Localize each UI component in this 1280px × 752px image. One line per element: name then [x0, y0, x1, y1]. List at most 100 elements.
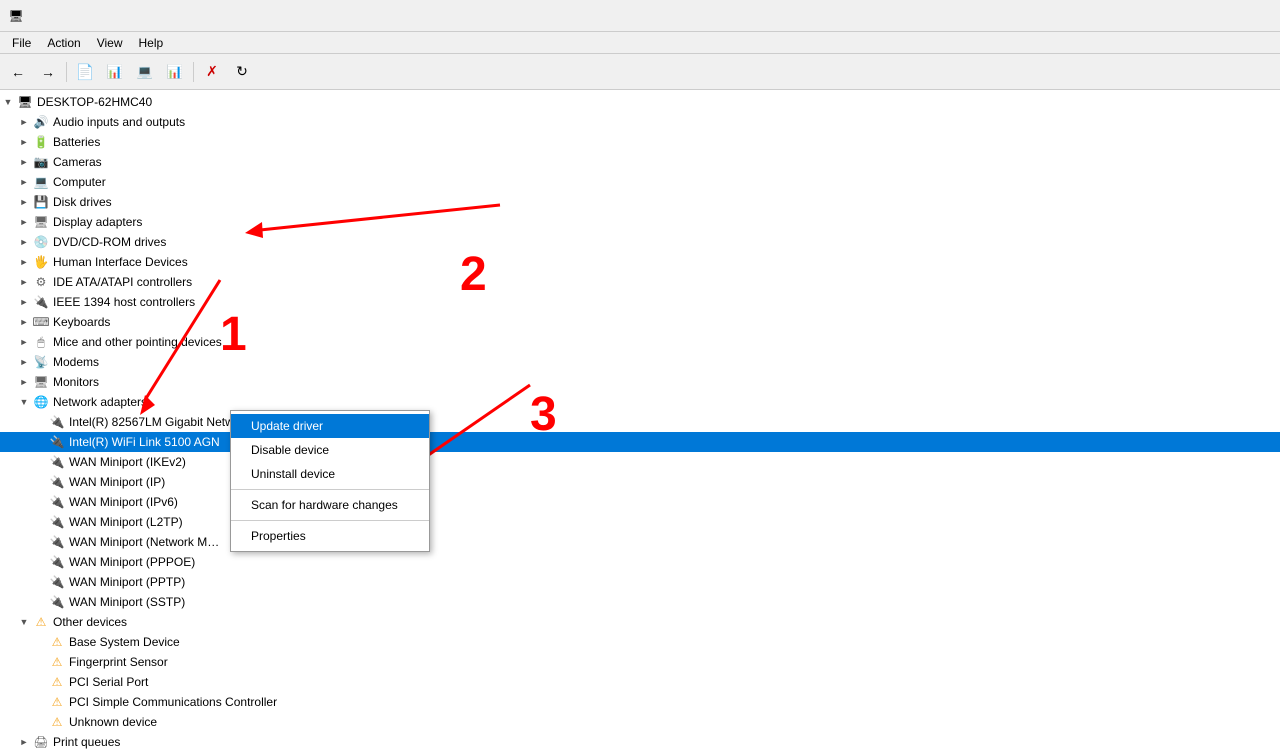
label-diskdrives: Disk drives — [53, 195, 112, 209]
expander-wan_sstp — [32, 592, 48, 612]
tree-item-batteries[interactable]: ► 🔋 Batteries — [0, 132, 1280, 152]
tree-item-wan_pptp[interactable]: 🔌 WAN Miniport (PPTP) — [0, 572, 1280, 592]
expander-audio[interactable]: ► — [16, 112, 32, 132]
expander-keyboards[interactable]: ► — [16, 312, 32, 332]
tree-item-wan_sstp[interactable]: 🔌 WAN Miniport (SSTP) — [0, 592, 1280, 612]
tree-item-modems[interactable]: ► 📡 Modems — [0, 352, 1280, 372]
menu-view[interactable]: View — [89, 34, 131, 52]
expander-hid[interactable]: ► — [16, 252, 32, 272]
toolbar-forward[interactable]: → — [34, 58, 62, 86]
label-displayadapters: Display adapters — [53, 215, 142, 229]
menu-bar: File Action View Help — [0, 32, 1280, 54]
expander-diskdrives[interactable]: ► — [16, 192, 32, 212]
expander-ieee[interactable]: ► — [16, 292, 32, 312]
expander-modems[interactable]: ► — [16, 352, 32, 372]
tree-item-pcisimple[interactable]: ⚠ PCI Simple Communications Controller — [0, 692, 1280, 712]
toolbar-separator-2 — [193, 62, 194, 82]
icon-unknown: ⚠ — [48, 713, 66, 731]
expander-intel82567 — [32, 412, 48, 432]
ctx-item-properties[interactable]: Properties — [231, 524, 429, 548]
tree-item-diskdrives[interactable]: ► 💾 Disk drives — [0, 192, 1280, 212]
tree-item-cameras[interactable]: ► 📷 Cameras — [0, 152, 1280, 172]
label-wan_pppoe: WAN Miniport (PPPOE) — [69, 555, 195, 569]
tree-item-fingerprint[interactable]: ⚠ Fingerprint Sensor — [0, 652, 1280, 672]
label-unknown: Unknown device — [69, 715, 157, 729]
tree-item-dvd[interactable]: ► 💿 DVD/CD-ROM drives — [0, 232, 1280, 252]
minimize-button[interactable] — [1134, 0, 1180, 32]
tree-item-displayadapters[interactable]: ► 🖥 Display adapters — [0, 212, 1280, 232]
toolbar-scan[interactable]: 📊 — [161, 58, 189, 86]
tree-item-hid[interactable]: ► 🖐 Human Interface Devices — [0, 252, 1280, 272]
tree-item-keyboards[interactable]: ► ⌨ Keyboards — [0, 312, 1280, 332]
expander-printqueues[interactable]: ► — [16, 732, 32, 752]
expander-batteries[interactable]: ► — [16, 132, 32, 152]
expander-monitors[interactable]: ► — [16, 372, 32, 392]
tree-item-pciserial[interactable]: ⚠ PCI Serial Port — [0, 672, 1280, 692]
tree-item-ieee[interactable]: ► 🔌 IEEE 1394 host controllers — [0, 292, 1280, 312]
expander-intelwifi — [32, 432, 48, 452]
ctx-item-update-driver[interactable]: Update driver — [231, 414, 429, 438]
label-monitors: Monitors — [53, 375, 99, 389]
tree-item-wan_l2tp[interactable]: 🔌 WAN Miniport (L2TP) — [0, 512, 1280, 532]
tree-root[interactable]: ▼ 🖥 DESKTOP-62HMC40 — [0, 92, 1280, 112]
menu-file[interactable]: File — [4, 34, 39, 52]
expander-computer[interactable]: ► — [16, 172, 32, 192]
close-button[interactable] — [1226, 0, 1272, 32]
toolbar-display[interactable]: 💻 — [131, 58, 159, 86]
toolbar-update-driver[interactable]: 📊 — [101, 58, 129, 86]
tree-item-intel82567[interactable]: 🔌 Intel(R) 82567LM Gigabit Network Conne… — [0, 412, 1280, 432]
label-wan_network: WAN Miniport (Network M… — [69, 535, 219, 549]
tree-item-intelwifi[interactable]: 🔌 Intel(R) WiFi Link 5100 AGN — [0, 432, 1280, 452]
toolbar-back[interactable]: ← — [4, 58, 32, 86]
tree-item-basesystem[interactable]: ⚠ Base System Device — [0, 632, 1280, 652]
ctx-item-scan-hardware[interactable]: Scan for hardware changes — [231, 493, 429, 517]
ctx-sep-sep2 — [231, 520, 429, 521]
expander-displayadapters[interactable]: ► — [16, 212, 32, 232]
tree-item-otherdevices[interactable]: ▼ ⚠ Other devices — [0, 612, 1280, 632]
tree-item-network[interactable]: ▼ 🌐 Network adapters — [0, 392, 1280, 412]
expander-otherdevices[interactable]: ▼ — [16, 612, 32, 632]
icon-wan_ipv6: 🔌 — [48, 493, 66, 511]
tree-item-wan_ikev2[interactable]: 🔌 WAN Miniport (IKEv2) — [0, 452, 1280, 472]
icon-diskdrives: 💾 — [32, 193, 50, 211]
label-wan_pptp: WAN Miniport (PPTP) — [69, 575, 185, 589]
tree-item-unknown[interactable]: ⚠ Unknown device — [0, 712, 1280, 732]
expander-dvd[interactable]: ► — [16, 232, 32, 252]
tree-item-wan_pppoe[interactable]: 🔌 WAN Miniport (PPPOE) — [0, 552, 1280, 572]
toolbar-refresh[interactable]: ↻ — [228, 58, 256, 86]
expander-wan_ipv6 — [32, 492, 48, 512]
label-intelwifi: Intel(R) WiFi Link 5100 AGN — [69, 435, 220, 449]
label-dvd: DVD/CD-ROM drives — [53, 235, 166, 249]
ctx-item-disable-device[interactable]: Disable device — [231, 438, 429, 462]
toolbar-uninstall[interactable]: ✗ — [198, 58, 226, 86]
tree-item-wan_ip[interactable]: 🔌 WAN Miniport (IP) — [0, 472, 1280, 492]
menu-action[interactable]: Action — [39, 34, 88, 52]
ctx-item-uninstall-device[interactable]: Uninstall device — [231, 462, 429, 486]
tree-item-mice[interactable]: ► 🖱 Mice and other pointing devices — [0, 332, 1280, 352]
expander-mice[interactable]: ► — [16, 332, 32, 352]
label-pcisimple: PCI Simple Communications Controller — [69, 695, 277, 709]
tree-item-wan_ipv6[interactable]: 🔌 WAN Miniport (IPv6) — [0, 492, 1280, 512]
device-tree[interactable]: ▼ 🖥 DESKTOP-62HMC40 ► 🔊 Audio inputs and… — [0, 90, 1280, 752]
label-keyboards: Keyboards — [53, 315, 110, 329]
icon-keyboards: ⌨ — [32, 313, 50, 331]
label-ieee: IEEE 1394 host controllers — [53, 295, 195, 309]
expander-ide[interactable]: ► — [16, 272, 32, 292]
tree-item-ide[interactable]: ► ⚙ IDE ATA/ATAPI controllers — [0, 272, 1280, 292]
maximize-button[interactable] — [1180, 0, 1226, 32]
tree-item-monitors[interactable]: ► 🖥 Monitors — [0, 372, 1280, 392]
icon-ide: ⚙ — [32, 273, 50, 291]
icon-intelwifi: 🔌 — [48, 433, 66, 451]
expander-wan_pptp — [32, 572, 48, 592]
menu-help[interactable]: Help — [131, 34, 172, 52]
toolbar-properties[interactable]: 📄 — [71, 58, 99, 86]
icon-pcisimple: ⚠ — [48, 693, 66, 711]
tree-item-computer[interactable]: ► 💻 Computer — [0, 172, 1280, 192]
expander-cameras[interactable]: ► — [16, 152, 32, 172]
expander-network[interactable]: ▼ — [16, 392, 32, 412]
tree-item-printqueues[interactable]: ► 🖨 Print queues — [0, 732, 1280, 752]
label-mice: Mice and other pointing devices — [53, 335, 222, 349]
tree-item-audio[interactable]: ► 🔊 Audio inputs and outputs — [0, 112, 1280, 132]
tree-item-wan_network[interactable]: 🔌 WAN Miniport (Network M… — [0, 532, 1280, 552]
expander-wan_pppoe — [32, 552, 48, 572]
